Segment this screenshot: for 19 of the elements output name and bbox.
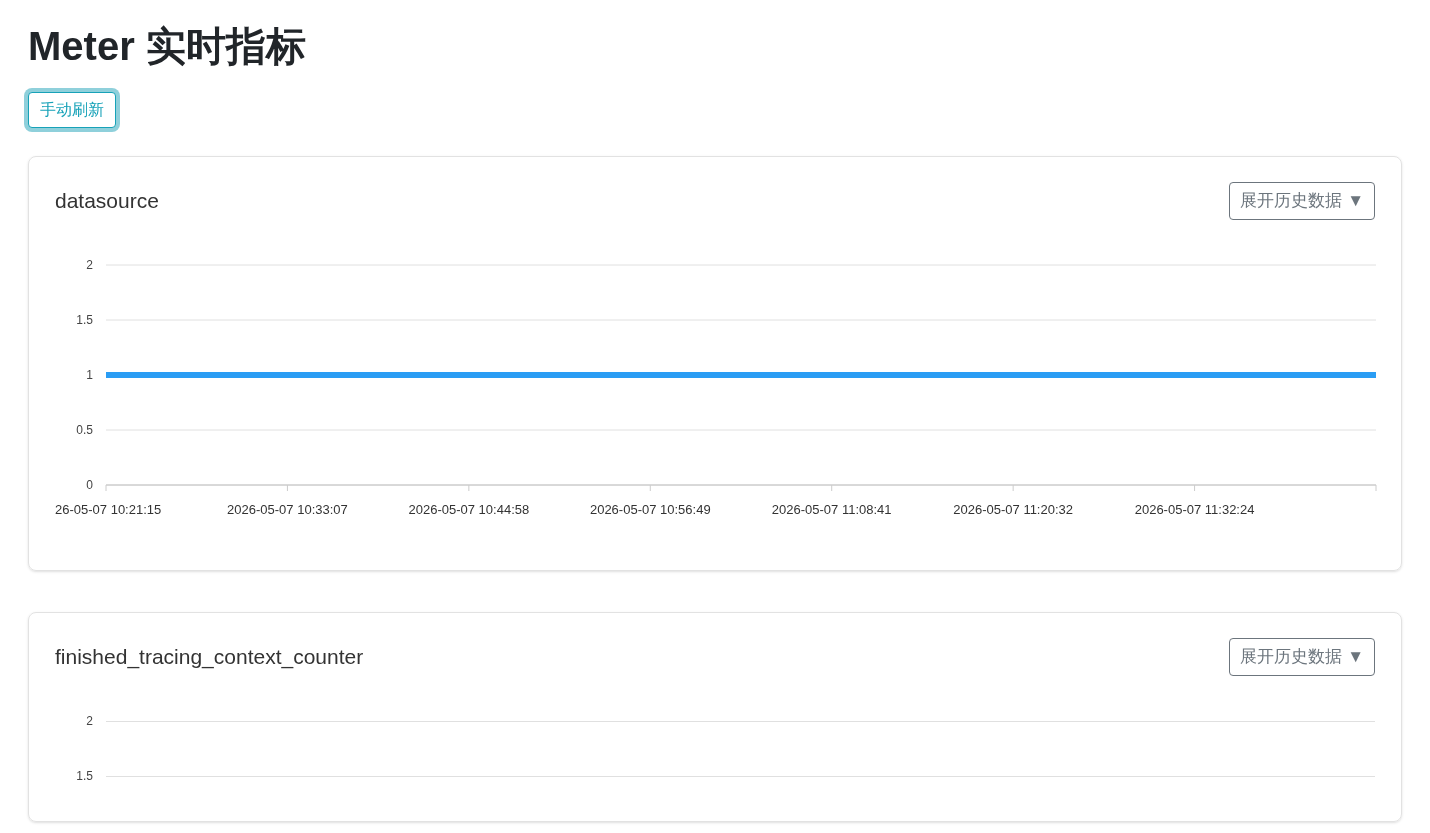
y-axis-label: 1.5 xyxy=(76,313,93,327)
x-axis-label: 2026-05-07 10:56:49 xyxy=(589,502,711,517)
x-axis-label: 2026-05-07 10:44:58 xyxy=(408,502,530,517)
card-title: datasource xyxy=(55,188,159,215)
x-axis-label: 2026-05-07 10:33:07 xyxy=(227,502,348,517)
y-axis-label: 1 xyxy=(86,368,93,382)
card-title: finished_tracing_context_counter xyxy=(55,644,364,671)
x-axis-label: 2026-05-07 11:20:32 xyxy=(953,502,1073,517)
x-axis-label: 26-05-07 10:21:15 xyxy=(55,502,162,517)
x-axis-label: 2026-05-07 11:32:24 xyxy=(1134,502,1255,517)
y-axis-label: 0.5 xyxy=(76,423,93,437)
expand-history-button[interactable]: 展开历史数据 ▼ xyxy=(1229,182,1375,220)
x-axis-label: 2026-05-07 11:08:41 xyxy=(771,502,892,517)
expand-history-button[interactable]: 展开历史数据 ▼ xyxy=(1229,638,1375,676)
y-axis-label: 2 xyxy=(85,713,93,730)
page-title: Meter 实时指标 xyxy=(28,23,307,70)
y-axis-label: 0 xyxy=(86,478,93,492)
y-axis-label: 2 xyxy=(86,258,93,272)
y-axis-label: 1.5 xyxy=(75,768,93,785)
